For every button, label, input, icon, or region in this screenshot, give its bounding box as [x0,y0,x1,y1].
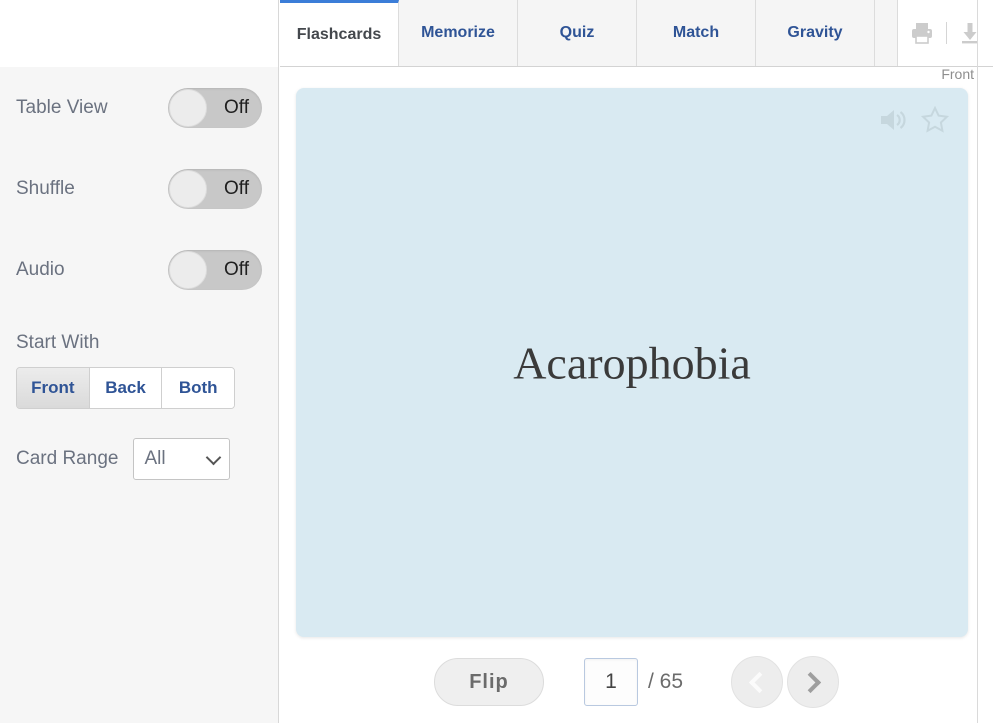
start-with-option-front[interactable]: Front [17,368,90,408]
chevron-left-icon [748,671,771,693]
setting-row-shuffle: Shuffle Off [16,148,262,229]
tab-flashcards[interactable]: Flashcards [280,0,399,66]
toggle-shuffle[interactable]: Off [168,168,262,209]
tab-quiz[interactable]: Quiz [518,0,637,66]
tab-gravity[interactable]: Gravity [756,0,875,66]
card-range-label: Card Range [16,448,119,469]
flashcard-app: Table View Off Shuffle Off Audio Off Sta… [0,0,993,723]
tab-match[interactable]: Match [637,0,756,66]
toggle-knob [169,169,207,208]
start-with-option-back[interactable]: Back [89,368,163,408]
settings-sidebar: Table View Off Shuffle Off Audio Off Sta… [0,0,279,723]
card-side-label: Front [941,66,974,82]
print-icon[interactable] [909,21,935,45]
next-card-button[interactable] [787,656,840,708]
sidebar-content: Table View Off Shuffle Off Audio Off Sta… [0,67,278,723]
chevron-down-icon [206,449,222,466]
start-with-option-both[interactable]: Both [162,368,234,408]
toggle-state-table-view: Off [224,96,249,118]
sidebar-top-spacer [0,0,278,67]
setting-label-shuffle: Shuffle [16,177,75,199]
toggle-state-audio: Off [224,258,249,280]
start-with-title: Start With [16,332,100,353]
previous-card-button[interactable] [731,656,784,708]
setting-label-table-view: Table View [16,96,108,118]
card-controls: Flip / 65 [280,652,993,712]
card-range-row: Card Range All [16,438,262,480]
nav-buttons [731,656,840,708]
setting-label-audio: Audio [16,258,65,280]
action-divider [946,22,947,44]
pager: / 65 [583,658,684,706]
tab-memorize[interactable]: Memorize [399,0,518,66]
star-icon[interactable] [920,105,950,133]
setting-row-table-view: Table View Off [16,67,262,148]
chevron-right-icon [799,671,822,693]
mode-tabbar: Flashcards Memorize Quiz Match Gravity [280,0,993,67]
flip-button[interactable]: Flip [433,658,544,706]
speaker-icon[interactable] [879,107,908,133]
right-gutter-divider [977,0,978,723]
page-number-input[interactable] [583,658,638,706]
setting-row-audio: Audio Off [16,229,262,310]
download-icon[interactable] [958,21,982,45]
flashcard-text: Acarophobia [513,337,751,388]
toggle-state-shuffle: Off [224,177,249,199]
toggle-table-view[interactable]: Off [168,87,262,128]
main-panel: Flashcards Memorize Quiz Match Gravity F… [280,0,993,723]
card-range-select[interactable]: All [133,438,231,480]
tabbar-spacer [875,0,898,66]
start-with-group: Front Back Both [16,367,235,409]
card-range-value: All [144,448,166,469]
toggle-audio[interactable]: Off [168,249,262,290]
card-icon-group [879,105,950,133]
page-total-label: / 65 [647,670,684,693]
tabbar-actions [898,0,993,66]
flashcard[interactable]: Acarophobia [296,88,968,637]
toggle-knob [169,88,207,127]
toggle-knob [169,250,207,289]
